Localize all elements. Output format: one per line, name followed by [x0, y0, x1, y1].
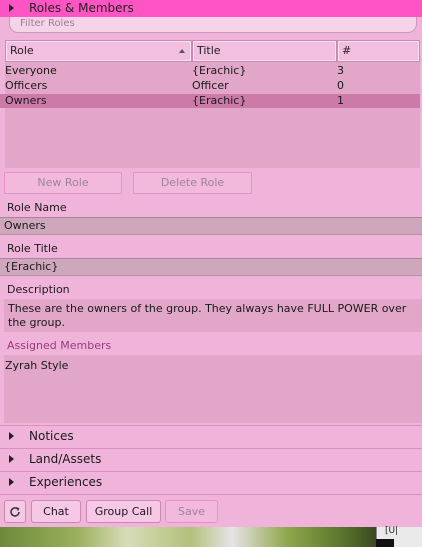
expand-triangle-icon	[9, 478, 14, 486]
description-field[interactable]: These are the owners of the group. They …	[4, 299, 422, 332]
assigned-members-label: Assigned Members	[7, 339, 112, 352]
refresh-icon	[10, 507, 20, 517]
color-swatch	[376, 539, 394, 547]
chat-button[interactable]: Chat	[31, 500, 81, 523]
footer-toolbar: Chat Group Call Save	[0, 494, 422, 526]
expand-triangle-icon	[9, 4, 14, 12]
table-row[interactable]: Officers Officer 0	[0, 79, 420, 93]
sort-ascending-icon	[179, 49, 185, 53]
role-title-label: Role Title	[7, 242, 58, 255]
experiences-section-header[interactable]: Experiences	[0, 471, 422, 493]
expand-triangle-icon	[9, 432, 14, 440]
role-name-field[interactable]: Owners	[0, 217, 422, 235]
roles-members-header[interactable]: Roles & Members	[0, 0, 422, 17]
count-cell: 1	[337, 94, 344, 107]
group-call-button[interactable]: Group Call	[86, 500, 161, 523]
title-cell: Officer	[192, 79, 229, 92]
table-row-selected[interactable]: Owners {Erachic} 1	[0, 94, 420, 108]
notices-section-header[interactable]: Notices	[0, 425, 422, 447]
refresh-button[interactable]	[4, 500, 26, 523]
land-assets-section-header[interactable]: Land/Assets	[0, 448, 422, 470]
count-cell: 3	[337, 64, 344, 77]
role-cell: Officers	[5, 79, 48, 92]
role-cell: Everyone	[5, 64, 57, 77]
roles-table: Role Title # Everyone {Erachic} 3 Office…	[0, 40, 420, 168]
table-row[interactable]: Everyone {Erachic} 3	[0, 64, 420, 78]
column-header-count[interactable]: #	[337, 40, 420, 62]
count-cell: 0	[337, 79, 344, 92]
column-header-title[interactable]: Title	[192, 40, 337, 62]
role-name-label: Role Name	[7, 201, 67, 214]
role-title-field[interactable]: {Erachic}	[0, 258, 422, 276]
role-cell: Owners	[5, 94, 47, 107]
save-button[interactable]: Save	[165, 500, 218, 523]
column-header-role[interactable]: Role	[5, 40, 192, 62]
title-cell: {Erachic}	[192, 94, 247, 107]
filter-roles-input[interactable]: Filter Roles	[9, 17, 417, 33]
description-label: Description	[7, 283, 70, 296]
list-item[interactable]: Zyrah Style	[5, 359, 421, 372]
expand-triangle-icon	[9, 455, 14, 463]
delete-role-button[interactable]: Delete Role	[133, 172, 252, 194]
header-title: Roles & Members	[29, 1, 134, 15]
title-cell: {Erachic}	[192, 64, 247, 77]
new-role-button[interactable]: New Role	[4, 172, 122, 194]
background-scene-image	[0, 527, 422, 547]
assigned-members-list: Zyrah Style	[4, 355, 422, 423]
roles-table-header: Role Title #	[5, 40, 420, 62]
